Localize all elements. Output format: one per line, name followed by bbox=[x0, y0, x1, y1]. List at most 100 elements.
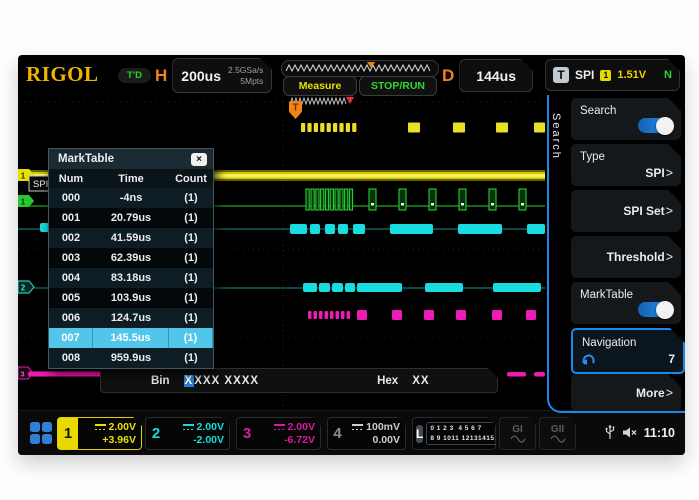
channel2-scale: 2.00V bbox=[197, 421, 224, 433]
marktable-cell: (1) bbox=[169, 212, 213, 224]
hex-label: Hex bbox=[377, 375, 398, 387]
marktable-header: Num Time Count bbox=[49, 169, 213, 188]
hex-value-field[interactable]: XX bbox=[412, 375, 429, 387]
sidebar-tab-search[interactable]: Search bbox=[550, 113, 562, 160]
marktable-cell: (1) bbox=[169, 328, 213, 348]
rigol-logo: RIGOL bbox=[26, 62, 99, 87]
svg-text:2: 2 bbox=[21, 284, 26, 293]
marktable-cell: (1) bbox=[169, 272, 213, 284]
marktable-row[interactable]: 007145.5us(1) bbox=[49, 328, 213, 348]
marktable-row[interactable]: 00362.39us(1) bbox=[49, 248, 213, 268]
marktable-row[interactable]: 00483.18us(1) bbox=[49, 268, 213, 288]
marktable-cell: 145.5us bbox=[93, 328, 169, 348]
marktable-row[interactable]: 000-4ns(1) bbox=[49, 188, 213, 208]
logic-channels-row1: 0 1 2 3 4 5 6 7 bbox=[430, 424, 494, 434]
card-navigation[interactable]: Navigation 7 bbox=[571, 328, 685, 374]
channel4-number: 4 bbox=[328, 418, 347, 449]
marktable-cell: 007 bbox=[49, 328, 93, 348]
marktable-cell: 005 bbox=[49, 292, 93, 304]
marktable-cell: 004 bbox=[49, 272, 93, 284]
card-spi-set[interactable]: SPI Set> bbox=[571, 190, 681, 232]
d2-marker[interactable]: 2 bbox=[18, 281, 34, 293]
delay-group[interactable]: D 144us bbox=[442, 60, 533, 91]
marktable-cell: 62.39us bbox=[93, 252, 169, 264]
trigger-type: SPI bbox=[575, 68, 594, 82]
sample-rate: 2.5GSa/s bbox=[228, 65, 263, 75]
trigger-marker[interactable]: T bbox=[289, 101, 302, 119]
card-threshold[interactable]: Threshold> bbox=[571, 236, 681, 278]
marktable-cell: 006 bbox=[49, 312, 93, 324]
gen1-badge[interactable]: GI bbox=[499, 417, 536, 450]
trigger-group[interactable]: T SPI 1 1.51V N bbox=[545, 59, 680, 91]
channel3-badge[interactable]: 3 2.00V -6.72V bbox=[236, 417, 321, 450]
channel2-number: 2 bbox=[146, 418, 166, 449]
column-count: Count bbox=[169, 173, 213, 185]
marktable-row[interactable]: 008959.9us(1) bbox=[49, 348, 213, 368]
horizontal-group[interactable]: H 200us 2.5GSa/s 5Mpts bbox=[155, 59, 272, 92]
marktable-row[interactable]: 00241.59us(1) bbox=[49, 228, 213, 248]
svg-text:1: 1 bbox=[21, 172, 26, 181]
marktable-cell: (1) bbox=[169, 252, 213, 264]
page: { "toolbar": { "logo": "RIGOL", "trig_st… bbox=[0, 0, 699, 500]
svg-text:SPI: SPI bbox=[33, 179, 48, 190]
logic-label: L bbox=[416, 425, 423, 443]
marktable-row[interactable]: 006124.7us(1) bbox=[49, 308, 213, 328]
chevron-right-icon: > bbox=[666, 250, 673, 264]
marktable-body: 000-4ns(1)00120.79us(1)00241.59us(1)0036… bbox=[49, 188, 213, 368]
marktable-titlebar[interactable]: MarkTable × bbox=[49, 149, 213, 169]
trigger-edge: N bbox=[664, 69, 672, 81]
marktable-cell: 20.79us bbox=[93, 212, 169, 224]
marktable-cell: 001 bbox=[49, 212, 93, 224]
search-marks-ch3 bbox=[308, 310, 536, 320]
search-label: Search bbox=[580, 105, 616, 117]
bus1-marker[interactable]: 1 bbox=[18, 195, 34, 207]
marktable-cell: 008 bbox=[49, 352, 93, 364]
stop-run-button[interactable]: STOP/RUN bbox=[359, 76, 437, 96]
gen2-badge[interactable]: GII bbox=[539, 417, 576, 450]
close-icon[interactable]: × bbox=[191, 153, 207, 166]
trigger-source-badge: 1 bbox=[600, 70, 611, 81]
dc-coupling-icon bbox=[183, 424, 194, 430]
measure-button[interactable]: Measure bbox=[283, 76, 357, 96]
type-value: SPI bbox=[645, 166, 664, 180]
channel3-scale: 2.00V bbox=[288, 421, 315, 433]
card-search-toggle[interactable]: Search bbox=[571, 98, 681, 140]
waveform-overview-strip[interactable] bbox=[281, 60, 439, 77]
marktable-popup: MarkTable × Num Time Count 000-4ns(1)001… bbox=[48, 148, 214, 369]
dc-coupling-icon bbox=[95, 424, 106, 430]
marktable-cell: (1) bbox=[169, 192, 213, 204]
marktable-cell: (1) bbox=[169, 312, 213, 324]
marktable-cell: -4ns bbox=[93, 192, 169, 204]
menu-grid-icon[interactable] bbox=[30, 422, 52, 444]
logic-badge[interactable]: L 0 1 2 3 4 5 6 7 8 9 1011 12131415 bbox=[412, 417, 496, 450]
card-type[interactable]: Type SPI> bbox=[571, 144, 681, 186]
channel4-scale: 100mV bbox=[366, 421, 400, 433]
trigger-status-badge: T'D bbox=[118, 68, 151, 83]
bottom-bar: 1 2.00V +3.96V 2 2.00V -2.00V 3 2.00V -6… bbox=[18, 410, 685, 455]
delay-value[interactable]: 144us bbox=[476, 68, 516, 84]
speaker-mute-icon[interactable] bbox=[622, 426, 637, 439]
search-toggle[interactable] bbox=[638, 118, 672, 133]
navigation-knob-icon bbox=[581, 353, 596, 368]
chevron-right-icon: > bbox=[666, 204, 673, 218]
dc-coupling-icon bbox=[352, 424, 363, 430]
channel4-badge[interactable]: 4 100mV 0.00V bbox=[327, 417, 406, 450]
type-label: Type bbox=[580, 151, 605, 163]
card-more[interactable]: More> bbox=[571, 374, 681, 411]
sine-wave-icon bbox=[550, 435, 566, 443]
oscilloscope-screen: RIGOL T'D H 200us 2.5GSa/s 5Mpts Measure… bbox=[18, 55, 685, 455]
channel2-badge[interactable]: 2 2.00V -2.00V bbox=[145, 417, 230, 450]
marktable-row[interactable]: 00120.79us(1) bbox=[49, 208, 213, 228]
timebase-value[interactable]: 200us bbox=[181, 68, 221, 84]
marktable-toggle[interactable] bbox=[638, 302, 672, 317]
card-marktable-toggle[interactable]: MarkTable bbox=[571, 282, 681, 324]
bin-value-field[interactable]: X XXX XXXX bbox=[184, 375, 260, 387]
channel4-offset: 0.00V bbox=[373, 434, 400, 446]
channel1-scale: 2.00V bbox=[109, 421, 136, 433]
channel1-badge[interactable]: 1 2.00V +3.96V bbox=[57, 417, 142, 450]
navigation-value: 7 bbox=[668, 352, 675, 366]
bin-cursor[interactable]: X bbox=[184, 375, 195, 387]
gen2-label: GII bbox=[551, 424, 564, 435]
channel3-offset: -6.72V bbox=[284, 434, 315, 446]
marktable-row[interactable]: 005103.9us(1) bbox=[49, 288, 213, 308]
